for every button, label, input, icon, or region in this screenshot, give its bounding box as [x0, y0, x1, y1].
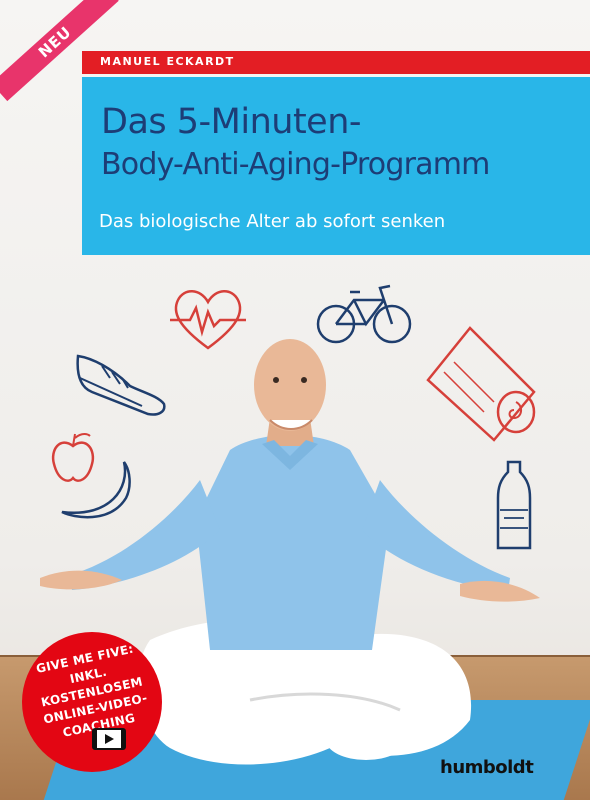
author-name: MANUEL ECKARDT: [100, 55, 235, 68]
book-cover: NEU MANUEL ECKARDT Das 5-Minuten- Body-A…: [0, 0, 590, 800]
book-title-line2: Body-Anti-Aging-Programm: [101, 147, 490, 182]
publisher-logo: humboldt: [440, 757, 534, 778]
title-panel: Das 5-Minuten- Body-Anti-Aging-Programm …: [82, 77, 590, 255]
book-title-line1: Das 5-Minuten-: [101, 102, 362, 142]
video-play-icon: [92, 728, 126, 750]
book-subtitle: Das biologische Alter ab sofort senken: [99, 211, 446, 232]
promo-sticker: GIVE ME FIVE: INKL. KOSTENLOSEM ONLINE-V…: [22, 632, 162, 772]
author-bar: MANUEL ECKARDT: [82, 51, 590, 74]
